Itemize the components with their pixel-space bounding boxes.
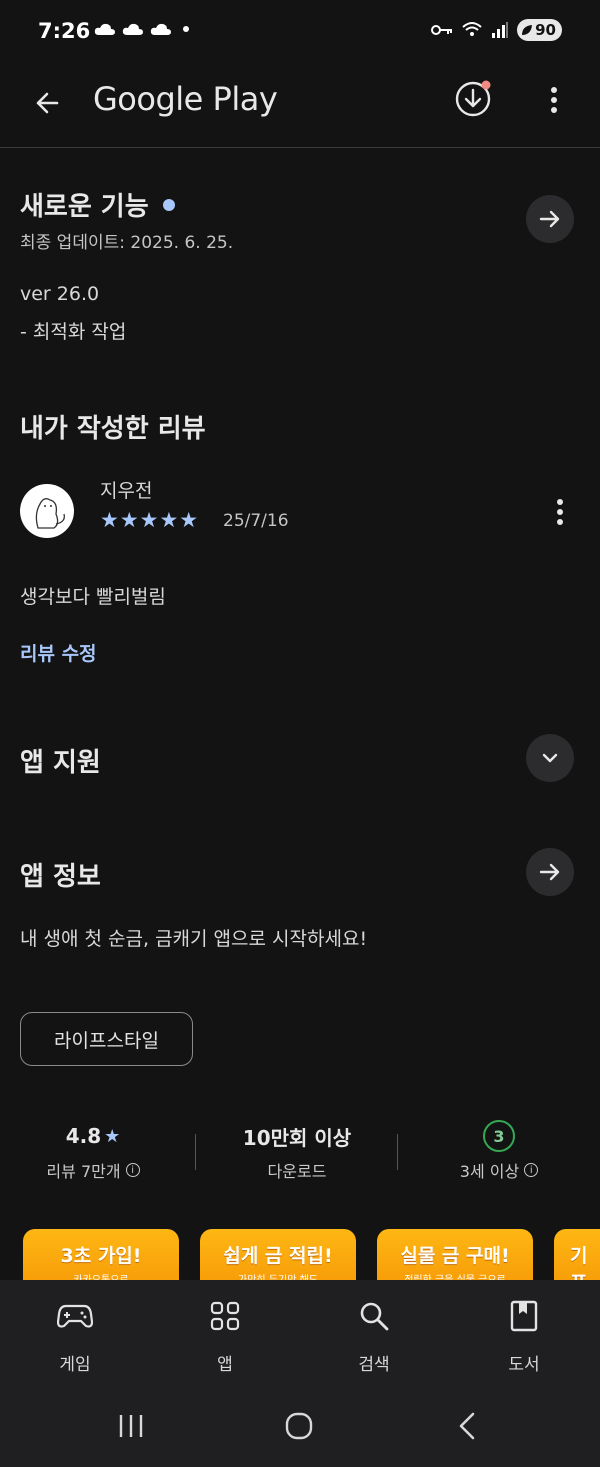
battery-level: 90 xyxy=(535,21,556,39)
vpn-key-icon xyxy=(431,25,453,35)
recents-icon xyxy=(119,1415,143,1437)
downloads-label: 다운로드 xyxy=(267,1162,327,1181)
app-support-expand-button[interactable] xyxy=(526,734,574,782)
edit-review-link[interactable]: 리뷰 수정 xyxy=(20,639,97,666)
gamepad-icon xyxy=(57,1304,93,1328)
review-author: 지우전 xyxy=(100,480,153,502)
nav-games-label: 게임 xyxy=(59,1355,91,1375)
cloud-icon xyxy=(122,23,143,35)
star-icon: ★ xyxy=(104,1125,121,1147)
reviews-count: 리뷰 7만개 xyxy=(46,1162,121,1181)
wifi-icon xyxy=(462,22,482,36)
whats-new-arrow-button[interactable] xyxy=(526,195,574,243)
rating-value: 4.8 xyxy=(65,1124,102,1148)
stat-divider xyxy=(195,1134,196,1170)
avatar-cat-icon xyxy=(35,498,65,529)
arrow-forward-icon xyxy=(539,863,560,881)
release-notes: - 최적화 작업 xyxy=(20,321,127,343)
more-options-button[interactable] xyxy=(536,80,572,120)
review-more-button[interactable] xyxy=(546,496,574,528)
download-icon xyxy=(455,80,491,117)
screenshot-title: 쉽게 금 적립! xyxy=(223,1245,333,1267)
stat-divider xyxy=(397,1134,398,1170)
app-stats: 4.8 ★ 리뷰 7만개 i 10만회 이상 다운로드 3 3세 이상 i xyxy=(0,1120,600,1190)
downloads-button[interactable] xyxy=(452,78,494,120)
avatar xyxy=(20,484,74,538)
screenshot-title: 3초 가입! xyxy=(60,1245,142,1267)
more-vert-icon xyxy=(551,87,557,113)
leaf-icon xyxy=(522,25,533,35)
whats-new-header: 새로운 기능 xyxy=(20,186,175,223)
downloads-value: 10만회 이상 xyxy=(242,1125,352,1150)
system-navigation-bar xyxy=(0,1398,600,1454)
nav-search-label: 검색 xyxy=(358,1355,390,1375)
nav-books[interactable]: 도서 xyxy=(474,1298,574,1375)
apps-grid-icon xyxy=(210,1301,240,1331)
info-icon[interactable]: i xyxy=(524,1163,539,1177)
nav-games[interactable]: 게임 xyxy=(25,1298,125,1375)
app-support-title: 앱 지원 xyxy=(20,748,101,778)
status-time: 7:26 xyxy=(38,19,91,43)
review-date: 25/7/16 xyxy=(223,511,289,531)
home-icon xyxy=(285,1412,313,1440)
bottom-navigation: 게임 앱 검색 도서 xyxy=(0,1280,600,1467)
cloud-icon xyxy=(150,23,171,35)
nav-apps[interactable]: 앱 xyxy=(175,1298,275,1375)
screenshot-title: 실물 금 구매! xyxy=(400,1245,510,1267)
last-updated: 최종 업데이트: 2025. 6. 25. xyxy=(20,233,234,253)
nav-apps-label: 앱 xyxy=(217,1355,233,1375)
book-icon xyxy=(510,1300,538,1332)
downloads-stat: 10만회 이상 다운로드 xyxy=(207,1120,387,1182)
rating-stat: 4.8 ★ 리뷰 7만개 i xyxy=(3,1120,183,1182)
nav-search[interactable]: 검색 xyxy=(324,1298,424,1375)
arrow-forward-icon xyxy=(539,210,560,228)
arrow-back-icon xyxy=(36,92,59,114)
more-vert-icon xyxy=(557,499,563,525)
battery-indicator: 90 xyxy=(517,19,562,41)
nav-books-label: 도서 xyxy=(508,1355,540,1375)
chevron-left-icon xyxy=(459,1412,475,1440)
age-rating-badge: 3 xyxy=(483,1120,515,1152)
app-bar: Google Play xyxy=(0,64,600,148)
review-stars: ★★★★★ xyxy=(100,508,200,532)
app-info-title: 앱 정보 xyxy=(20,862,101,892)
review-text: 생각보다 빨리벌림 xyxy=(20,586,166,608)
home-button[interactable] xyxy=(279,1406,319,1446)
cloud-icon xyxy=(94,23,115,35)
age-rating-stat: 3 3세 이상 i xyxy=(409,1120,589,1182)
chevron-down-icon xyxy=(542,753,558,763)
recents-button[interactable] xyxy=(111,1406,151,1446)
version-text: ver 26.0 xyxy=(20,283,100,305)
whats-new-title: 새로운 기능 xyxy=(20,192,149,222)
app-description: 내 생애 첫 순금, 금캐기 앱으로 시작하세요! xyxy=(20,928,368,950)
app-info-arrow-button[interactable] xyxy=(526,848,574,896)
app-bar-title: Google Play xyxy=(93,80,278,118)
info-icon[interactable]: i xyxy=(125,1163,140,1177)
dot-icon xyxy=(183,26,189,32)
system-back-button[interactable] xyxy=(447,1406,487,1446)
search-icon xyxy=(360,1302,389,1331)
age-rating-label: 3세 이상 xyxy=(459,1162,520,1181)
back-button[interactable] xyxy=(24,80,70,126)
system-status-icons: 90 xyxy=(431,19,562,41)
status-bar: 7:26 90 xyxy=(0,0,600,64)
notification-icons xyxy=(94,22,194,36)
my-review-title: 내가 작성한 리뷰 xyxy=(20,414,206,444)
new-indicator-dot xyxy=(162,198,175,211)
signal-icon xyxy=(492,22,509,38)
category-chip[interactable]: 라이프스타일 xyxy=(20,1012,193,1066)
